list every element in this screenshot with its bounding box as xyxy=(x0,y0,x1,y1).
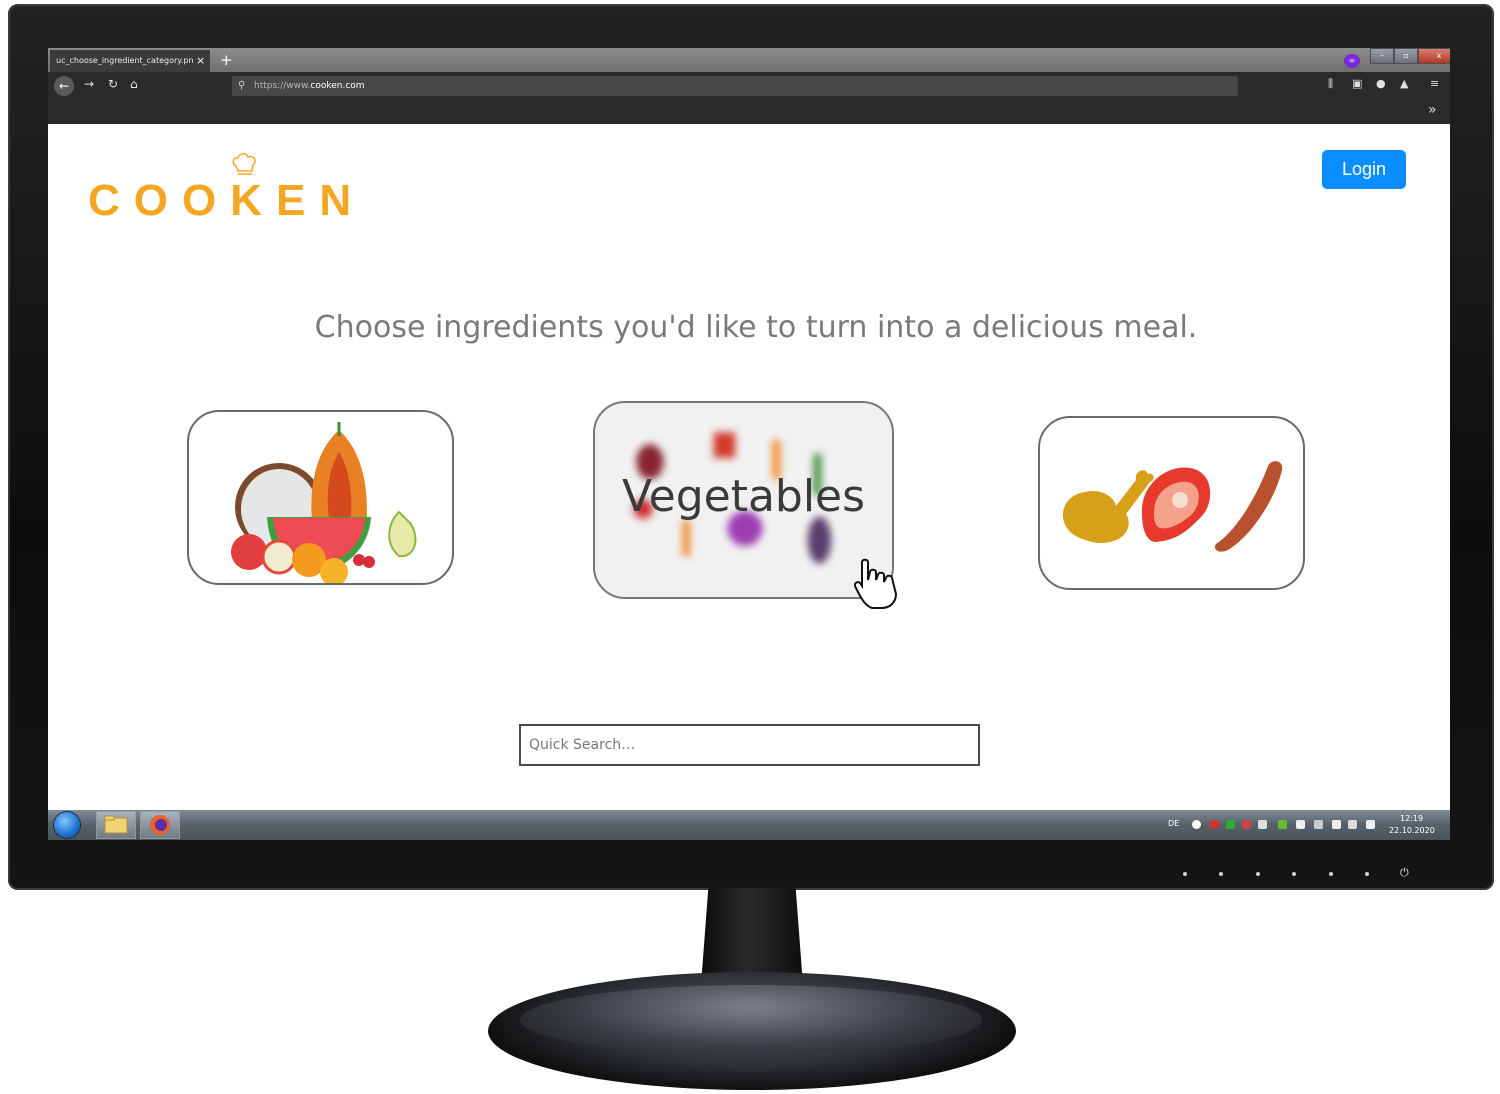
monitor-button xyxy=(1292,872,1296,876)
close-window-button[interactable]: x xyxy=(1418,48,1450,64)
folder-icon xyxy=(104,815,128,834)
browser-tab[interactable]: uc_choose_ingredient_category.pn × xyxy=(50,50,210,72)
library-icon[interactable]: ⫼ xyxy=(1328,77,1333,91)
maximize-button[interactable]: ▫ xyxy=(1394,48,1418,64)
tab-title: uc_choose_ingredient_category.pn xyxy=(56,56,194,65)
action-center-flag-icon[interactable] xyxy=(1366,820,1375,829)
window-controls: – ▫ x xyxy=(1370,48,1450,64)
fruits-illustration xyxy=(231,422,417,583)
file-explorer-taskbar-button[interactable] xyxy=(96,811,136,839)
tray-app-icon[interactable] xyxy=(1242,820,1251,829)
volume-icon[interactable] xyxy=(1332,820,1341,829)
monitor-buttons: ⏻ xyxy=(1170,866,1460,884)
tray-app-icon[interactable] xyxy=(1226,820,1235,829)
tray-app-icon[interactable] xyxy=(1314,820,1323,829)
tray-app-icon[interactable] xyxy=(1210,820,1219,829)
url-bar[interactable]: ⚲ https://www.cooken.com xyxy=(232,76,1238,96)
quick-search-input[interactable] xyxy=(519,724,980,766)
search-icon: ⚲ xyxy=(238,80,246,91)
home-icon[interactable]: ⌂ xyxy=(130,77,138,91)
login-button[interactable]: Login xyxy=(1322,150,1406,189)
meat-illustration xyxy=(1062,461,1283,552)
tray-app-icon[interactable] xyxy=(1278,820,1287,829)
sidebar-icon[interactable]: ▣ xyxy=(1352,77,1362,90)
monitor-button xyxy=(1183,872,1187,876)
monitor-button xyxy=(1329,872,1333,876)
clock-date[interactable]: 22.10.2020 xyxy=(1389,826,1435,835)
close-tab-icon[interactable]: × xyxy=(196,53,205,69)
windows-taskbar: DE 12:19 22.10.2020 xyxy=(48,810,1450,840)
bookmarks-toolbar: » xyxy=(48,100,1450,124)
monitor-button xyxy=(1219,872,1223,876)
tab-bar: uc_choose_ingredient_category.pn × + ∞ –… xyxy=(48,48,1450,72)
tray-app-icon[interactable] xyxy=(1296,820,1305,829)
url-prefix: https://www. xyxy=(254,81,311,91)
overflow-icon[interactable]: » xyxy=(1428,102,1437,118)
reload-icon[interactable]: ↻ xyxy=(108,77,118,91)
new-tab-button[interactable]: + xyxy=(220,48,233,72)
screen: uc_choose_ingredient_category.pn × + ∞ –… xyxy=(48,48,1450,840)
monitor-button xyxy=(1256,872,1260,876)
firefox-taskbar-button[interactable] xyxy=(140,811,180,839)
category-vegetables-card[interactable]: Vegetables xyxy=(593,401,894,599)
category-meat-card[interactable] xyxy=(1038,416,1305,590)
minimize-button[interactable]: – xyxy=(1370,48,1394,64)
menu-icon[interactable]: ≡ xyxy=(1430,77,1439,90)
category-fruits-card[interactable] xyxy=(187,410,454,585)
monitor-button xyxy=(1365,872,1369,876)
power-icon: ⏻ xyxy=(1400,866,1409,879)
url-domain: cooken.com xyxy=(310,81,365,91)
firefox-icon xyxy=(150,815,170,835)
navigation-bar: ← → ↻ ⌂ ⚲ https://www.cooken.com ⫼ ▣ ● ▲… xyxy=(48,72,1450,100)
site-logo[interactable]: COOKEN xyxy=(88,176,365,226)
language-indicator[interactable]: DE xyxy=(1168,819,1179,828)
tray-app-icon[interactable] xyxy=(1192,820,1201,829)
back-button[interactable]: ← xyxy=(54,76,74,96)
tray-app-icon[interactable] xyxy=(1258,820,1267,829)
web-page: COOKEN Login Choose ingredients you'd li… xyxy=(50,124,1448,810)
network-icon[interactable] xyxy=(1348,820,1357,829)
account-icon[interactable]: ● xyxy=(1376,77,1386,90)
start-button[interactable] xyxy=(54,812,80,838)
monitor-stand-base-highlight xyxy=(520,985,982,1055)
extension-icon[interactable]: ▲ xyxy=(1400,77,1408,90)
page-headline: Choose ingredients you'd like to turn in… xyxy=(314,310,1198,345)
clock-time[interactable]: 12:19 xyxy=(1400,814,1423,823)
pointer-hand-icon xyxy=(854,558,898,609)
private-browsing-icon: ∞ xyxy=(1344,54,1360,68)
vegetables-label: Vegetables xyxy=(621,471,866,522)
forward-icon[interactable]: → xyxy=(84,77,94,91)
